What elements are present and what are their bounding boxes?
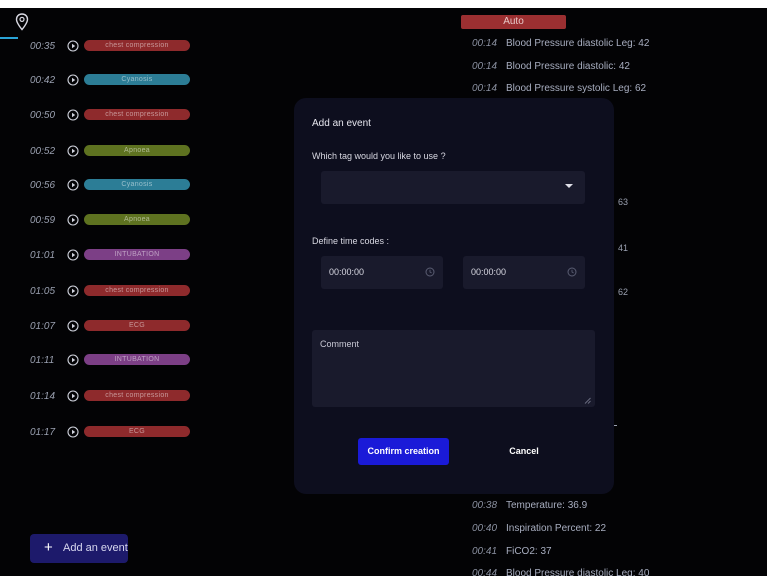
event-time: 01:14 <box>30 391 56 402</box>
play-icon[interactable] <box>67 74 79 86</box>
caret-down-icon <box>565 184 573 188</box>
auto-header: Auto <box>461 15 566 29</box>
log-value-fragment: 41 <box>618 243 629 253</box>
start-time-field[interactable]: 00:00:00 <box>321 256 443 289</box>
tag-question-label: Which tag would you like to use ? <box>312 151 446 161</box>
start-time-value: 00:00:00 <box>329 267 365 277</box>
play-icon[interactable] <box>67 145 79 157</box>
event-tag[interactable]: ECG <box>84 320 190 331</box>
event-tag[interactable]: chest compression <box>84 390 190 401</box>
event-time: 00:42 <box>30 75 56 86</box>
event-time: 01:17 <box>30 427 56 438</box>
right-frame-border <box>767 0 781 576</box>
event-time: 00:59 <box>30 215 56 226</box>
event-time: 01:07 <box>30 321 56 332</box>
end-time-field[interactable]: 00:00:00 <box>463 256 585 289</box>
play-icon[interactable] <box>67 285 79 297</box>
auto-log-entry: 00:44 Blood Pressure diastolic Leg: 40 <box>472 568 649 576</box>
play-icon[interactable] <box>67 179 79 191</box>
log-text: FiCO2: 37 <box>506 546 552 557</box>
event-time: 00:52 <box>30 146 56 157</box>
log-value-fragment: 62 <box>618 287 629 297</box>
log-time: 00:14 <box>472 61 498 72</box>
cancel-button[interactable]: Cancel <box>496 438 552 465</box>
log-time: 00:38 <box>472 500 498 511</box>
event-tag[interactable]: Cyanosis <box>84 74 190 85</box>
event-tag[interactable]: chest compression <box>84 40 190 51</box>
auto-log-entry: 00:41 FiCO2: 37 <box>472 546 552 560</box>
play-icon[interactable] <box>67 40 79 52</box>
play-icon[interactable] <box>67 214 79 226</box>
log-value-fragment: 63 <box>618 197 629 207</box>
resize-grip-icon[interactable] <box>584 397 591 404</box>
event-time: 00:56 <box>30 180 56 191</box>
log-text: Blood Pressure diastolic Leg: 40 <box>506 568 650 576</box>
log-text: Blood Pressure systolic Leg: 62 <box>506 83 647 94</box>
plus-icon: + <box>44 539 53 556</box>
play-icon[interactable] <box>67 426 79 438</box>
clock-icon <box>425 267 435 277</box>
play-icon[interactable] <box>67 320 79 332</box>
add-event-label: Add an event <box>63 542 128 554</box>
top-frame-border <box>0 0 781 8</box>
play-icon[interactable] <box>67 109 79 121</box>
event-tag[interactable]: chest compression <box>84 109 190 120</box>
accent-line <box>0 37 18 39</box>
auto-log-entry: 00:14 Blood Pressure diastolic: 42 <box>472 61 630 75</box>
auto-log-entry: 00:14 Blood Pressure diastolic Leg: 42 <box>472 38 649 52</box>
dialog-title: Add an event <box>312 118 371 129</box>
event-time: 00:35 <box>30 41 56 52</box>
event-tag[interactable]: ECG <box>84 426 190 437</box>
event-time: 01:11 <box>30 355 55 366</box>
log-text: Inspiration Percent: 22 <box>506 523 607 534</box>
log-time: 00:14 <box>472 38 498 49</box>
play-icon[interactable] <box>67 249 79 261</box>
confirm-creation-button[interactable]: Confirm creation <box>358 438 449 465</box>
log-time: 00:44 <box>472 568 498 576</box>
log-fragment-mark <box>614 425 617 426</box>
event-tag[interactable]: chest compression <box>84 285 190 296</box>
clock-icon <box>567 267 577 277</box>
app-screen: 00:35 chest compression 00:42 Cyanosis 0… <box>0 0 781 576</box>
end-time-value: 00:00:00 <box>471 267 507 277</box>
event-tag[interactable]: Apnoea <box>84 145 190 156</box>
event-time: 00:50 <box>30 110 56 121</box>
event-time: 01:05 <box>30 286 56 297</box>
location-pin-icon[interactable] <box>15 13 29 31</box>
log-text: Temperature: 36.9 <box>506 500 588 511</box>
event-tag[interactable]: Cyanosis <box>84 179 190 190</box>
log-text: Blood Pressure diastolic Leg: 42 <box>506 38 650 49</box>
define-time-codes-label: Define time codes : <box>312 236 390 246</box>
tag-select[interactable] <box>321 171 585 204</box>
event-tag[interactable]: INTUBATION <box>84 249 190 260</box>
comment-textarea[interactable]: Comment <box>312 330 595 407</box>
log-time: 00:40 <box>472 523 498 534</box>
event-tag[interactable]: Apnoea <box>84 214 190 225</box>
event-tag[interactable]: INTUBATION <box>84 354 190 365</box>
log-text: Blood Pressure diastolic: 42 <box>506 61 630 72</box>
auto-log-entry: 00:14 Blood Pressure systolic Leg: 62 <box>472 83 646 97</box>
add-event-dialog: Add an event Which tag would you like to… <box>294 98 614 494</box>
comment-placeholder: Comment <box>320 339 360 349</box>
add-event-button[interactable]: + Add an event <box>30 534 128 563</box>
log-time: 00:41 <box>472 546 498 557</box>
play-icon[interactable] <box>67 354 79 366</box>
event-time: 01:01 <box>30 250 56 261</box>
auto-log-entry: 00:38 Temperature: 36.9 <box>472 500 587 514</box>
log-time: 00:14 <box>472 83 498 94</box>
auto-log-entry: 00:40 Inspiration Percent: 22 <box>472 523 606 537</box>
play-icon[interactable] <box>67 390 79 402</box>
